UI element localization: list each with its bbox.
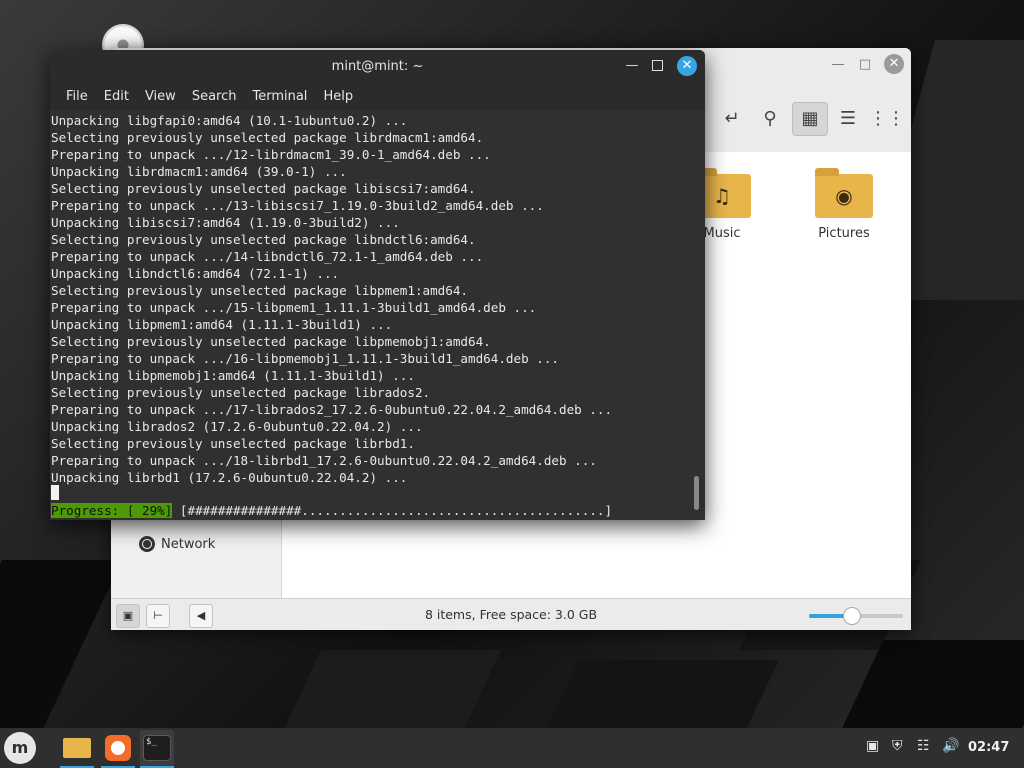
- tree-sidebar-button[interactable]: ⊢: [146, 604, 170, 628]
- menu-search[interactable]: Search: [184, 89, 245, 104]
- taskbar: m $_ ▣ ⛨ ☷ 🔊 02:47: [0, 728, 1024, 768]
- terminal-line: Selecting previously unselected package …: [51, 232, 476, 247]
- menu-edit[interactable]: Edit: [96, 89, 137, 104]
- wallpaper-shape: [836, 640, 1024, 728]
- wallpaper-shape: [541, 660, 779, 728]
- close-icon[interactable]: ✕: [677, 56, 697, 76]
- terminal-line: Preparing to unpack .../17-librados2_17.…: [51, 402, 613, 417]
- folder-icon: ◉: [815, 168, 873, 218]
- terminal-line: Selecting previously unselected package …: [51, 436, 415, 451]
- places-sidebar-button[interactable]: ▣: [116, 604, 140, 628]
- terminal-line: Unpacking libpmem1:amd64 (1.11.1-3build1…: [51, 317, 393, 332]
- taskbar-terminal-button[interactable]: $_: [140, 730, 174, 768]
- zoom-slider[interactable]: [809, 607, 903, 625]
- hide-sidebar-button[interactable]: ◀: [189, 604, 213, 628]
- menu-terminal[interactable]: Terminal: [244, 89, 315, 104]
- close-icon[interactable]: ✕: [884, 54, 904, 74]
- terminal-titlebar[interactable]: mint@mint: ~ — ✕: [50, 50, 705, 82]
- terminal-line: Selecting previously unselected package …: [51, 385, 431, 400]
- globe-icon: [139, 536, 155, 552]
- files-icon: [63, 738, 91, 758]
- maximize-icon[interactable]: □: [856, 56, 874, 74]
- mint-menu-icon[interactable]: m: [4, 732, 36, 764]
- terminal-line: Selecting previously unselected package …: [51, 334, 491, 349]
- update-manager-icon[interactable]: ▣: [866, 738, 879, 754]
- terminal-line: Unpacking libpmemobj1:amd64 (1.11.1-3bui…: [51, 368, 415, 383]
- firefox-icon: [105, 735, 131, 761]
- terminal-output[interactable]: Unpacking libgfapi0:amd64 (10.1-1ubuntu0…: [50, 110, 705, 520]
- status-bar: ▣ ⊢ ◀ 8 items, Free space: 3.0 GB: [111, 598, 911, 630]
- taskbar-firefox-button[interactable]: [101, 730, 135, 768]
- terminal-line: Preparing to unpack .../18-librbd1_17.2.…: [51, 453, 597, 468]
- terminal-icon: $_: [143, 735, 171, 761]
- menu-view[interactable]: View: [137, 89, 184, 104]
- window-title: mint@mint: ~: [331, 59, 424, 74]
- menu-file[interactable]: File: [58, 89, 96, 104]
- status-text: 8 items, Free space: 3.0 GB: [424, 607, 598, 622]
- terminal-line: Preparing to unpack .../15-libpmem1_1.11…: [51, 300, 537, 315]
- terminal-line: Preparing to unpack .../13-libiscsi7_1.1…: [51, 198, 544, 213]
- sidebar-item-network[interactable]: Network: [139, 534, 215, 554]
- shield-icon[interactable]: ⛨: [892, 738, 903, 754]
- sidebar-item-label: Network: [161, 536, 216, 552]
- clock[interactable]: 02:47: [968, 740, 1009, 755]
- terminal-line: Unpacking librdmacm1:amd64 (39.0-1) ...: [51, 164, 347, 179]
- terminal-scrollbar[interactable]: [694, 476, 699, 510]
- terminal-line: Unpacking libgfapi0:amd64 (10.1-1ubuntu0…: [51, 113, 408, 128]
- wallpaper-shape: [279, 650, 501, 728]
- terminal-menubar: File Edit View Search Terminal Help: [50, 82, 705, 110]
- terminal-line: Preparing to unpack .../14-libndctl6_72.…: [51, 249, 484, 264]
- terminal-line: Unpacking librados2 (17.2.6-0ubuntu0.22.…: [51, 419, 423, 434]
- folder-pictures[interactable]: ◉ Pictures: [804, 168, 884, 241]
- volume-icon[interactable]: 🔊: [942, 738, 959, 754]
- progress-bar-text: [###############........................…: [179, 503, 613, 518]
- terminal-line: Preparing to unpack .../16-libpmemobj1_1…: [51, 351, 559, 366]
- minimize-icon[interactable]: —: [829, 56, 847, 74]
- icon-view-icon[interactable]: ▦: [792, 102, 828, 136]
- wallpaper-shape: [0, 560, 122, 728]
- terminal-cursor: [51, 485, 59, 500]
- terminal-line: Unpacking libiscsi7:amd64 (1.19.0-3build…: [51, 215, 400, 230]
- terminal-line: Preparing to unpack .../12-librdmacm1_39…: [51, 147, 491, 162]
- terminal-line: Unpacking libndctl6:amd64 (72.1-1) ...: [51, 266, 340, 281]
- maximize-icon[interactable]: [652, 60, 663, 71]
- terminal-line: Selecting previously unselected package …: [51, 283, 469, 298]
- search-icon[interactable]: ⚲: [753, 102, 787, 136]
- camera-icon: ◉: [835, 184, 853, 208]
- folder-label: Pictures: [818, 226, 870, 241]
- apt-progress: Progress: [ 29%] [###############.......…: [51, 502, 612, 519]
- compact-view-icon[interactable]: ⋮⋮: [869, 102, 905, 136]
- network-icon[interactable]: ☷: [917, 738, 930, 754]
- terminal-line: Selecting previously unselected package …: [51, 130, 484, 145]
- minimize-icon[interactable]: —: [624, 58, 640, 74]
- location-toggle-icon[interactable]: ↵: [715, 102, 749, 136]
- terminal-window: mint@mint: ~ — ✕ File Edit View Search T…: [50, 50, 705, 520]
- taskbar-files-button[interactable]: [60, 730, 94, 768]
- zoom-slider-handle[interactable]: [843, 607, 862, 625]
- terminal-lines: Unpacking libgfapi0:amd64 (10.1-1ubuntu0…: [51, 112, 612, 486]
- list-view-icon[interactable]: ☰: [831, 102, 865, 136]
- terminal-line: Selecting previously unselected package …: [51, 181, 476, 196]
- terminal-line: Unpacking librbd1 (17.2.6-0ubuntu0.22.04…: [51, 470, 408, 485]
- menu-help[interactable]: Help: [315, 89, 361, 104]
- progress-label: Progress: [ 29%]: [51, 503, 173, 518]
